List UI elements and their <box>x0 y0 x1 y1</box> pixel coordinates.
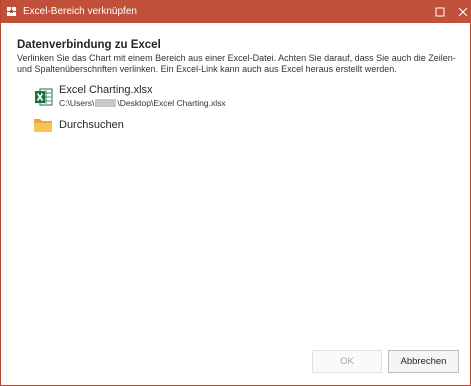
browse-item[interactable]: Durchsuchen <box>31 116 231 134</box>
section-heading: Datenverbindung zu Excel <box>17 39 161 51</box>
folder-icon <box>34 119 52 132</box>
recent-file-item[interactable]: Excel Charting.xlsx C:\Users\ \Desktop\Ex… <box>31 84 441 110</box>
browse-label: Durchsuchen <box>59 119 124 131</box>
file-name: Excel Charting.xlsx <box>59 84 153 96</box>
window-title: Excel-Bereich verknüpfen <box>23 6 137 17</box>
close-icon <box>458 7 468 16</box>
file-path-suffix: \Desktop\Excel Charting.xlsx <box>117 98 226 108</box>
close-button[interactable] <box>451 0 471 23</box>
file-path-prefix: C:\Users\ <box>59 98 95 108</box>
section-description: Verlinken Sie das Chart mit einem Bereic… <box>17 53 456 74</box>
maximize-button[interactable] <box>428 0 452 23</box>
maximize-icon <box>435 7 445 16</box>
redacted-username <box>95 99 117 107</box>
cancel-button[interactable]: Abbrechen <box>388 350 459 373</box>
excel-icon <box>35 88 53 106</box>
app-icon <box>6 6 17 17</box>
file-path: C:\Users\ \Desktop\Excel Charting.xlsx <box>59 98 226 109</box>
dialog-window: Excel-Bereich verknüpfen Datenverbindung… <box>0 0 471 386</box>
title-bar[interactable]: Excel-Bereich verknüpfen <box>1 0 471 23</box>
ok-button[interactable]: OK <box>312 350 382 373</box>
